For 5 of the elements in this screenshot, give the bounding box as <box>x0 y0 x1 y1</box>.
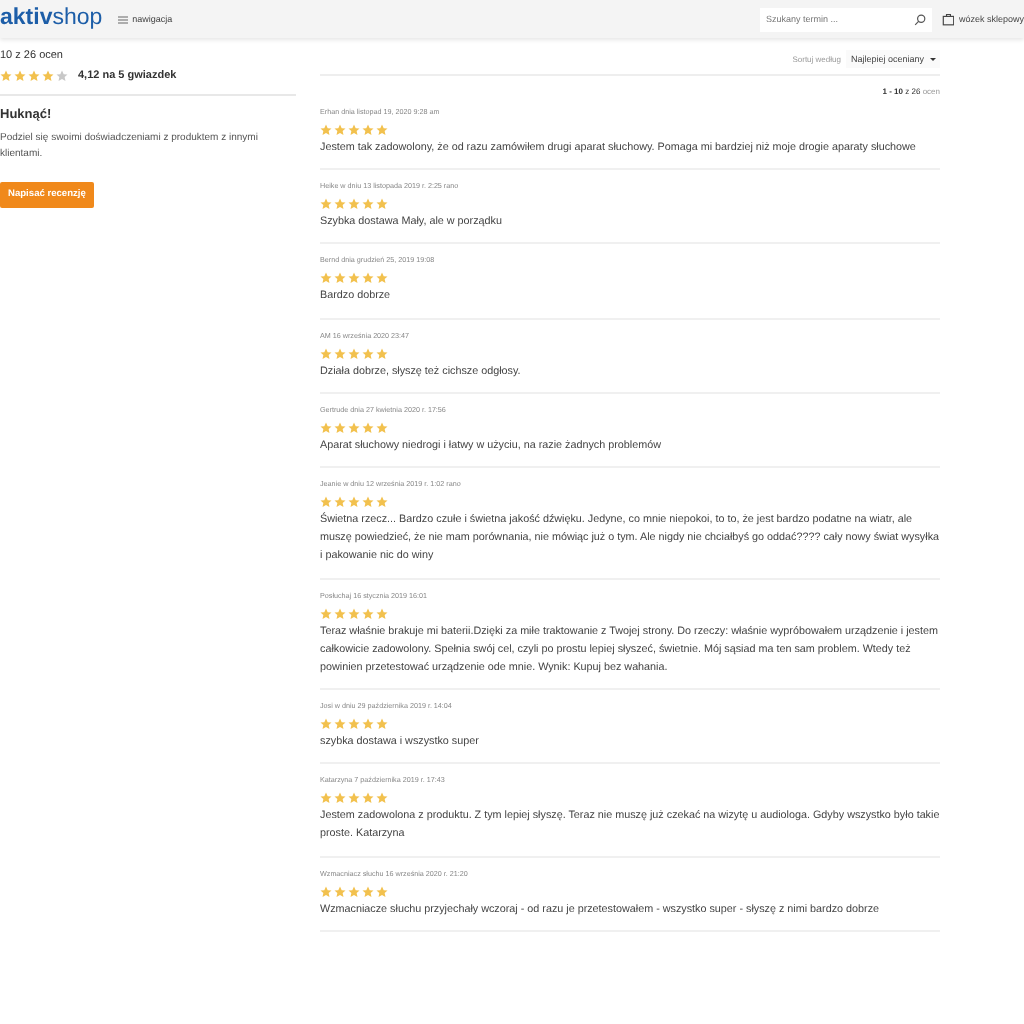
bag-icon <box>942 12 955 26</box>
logo[interactable]: aktivshop <box>0 5 103 29</box>
caret-icon <box>930 56 936 62</box>
search-icon[interactable] <box>914 13 926 25</box>
menu-icon <box>118 15 129 23</box>
